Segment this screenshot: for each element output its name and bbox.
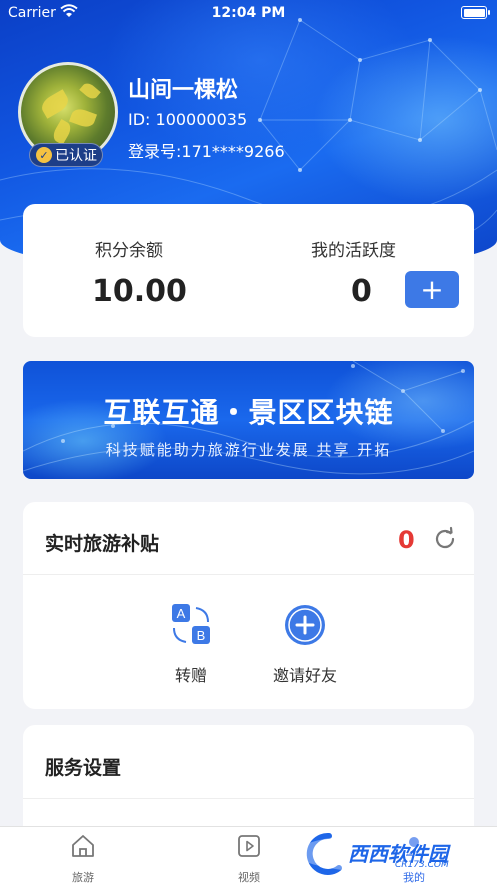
divider bbox=[23, 574, 474, 575]
banner-title: 互联互通・景区区块链 bbox=[103, 396, 394, 429]
points-card: 积分余额 10.00 我的活跃度 0 + bbox=[23, 204, 474, 337]
svg-text:B: B bbox=[197, 628, 206, 643]
invite-plus-icon bbox=[285, 605, 325, 645]
svg-text:A: A bbox=[177, 606, 186, 621]
status-bar: Carrier 12:04 PM bbox=[0, 0, 497, 26]
login-number: 登录号:171****9266 bbox=[128, 142, 285, 161]
subsidy-count: 0 bbox=[398, 526, 415, 554]
subsidy-card: 实时旅游补贴 0 A B 转赠 邀请好友 bbox=[23, 502, 474, 709]
activity-value: 0 bbox=[351, 274, 372, 309]
clock: 12:04 PM bbox=[211, 5, 286, 21]
balance-label: 积分余额 bbox=[95, 241, 163, 261]
service-settings-title: 服务设置 bbox=[45, 757, 122, 779]
transfer-ab-icon: A B bbox=[172, 604, 210, 644]
verified-label: 已认证 bbox=[55, 148, 97, 164]
blockchain-banner[interactable]: 互联互通・景区区块链 科技赋能助力旅游行业发展 共享 开拓 bbox=[23, 361, 474, 479]
tab-travel[interactable]: 旅游 bbox=[53, 833, 113, 883]
username: 山间一棵松 bbox=[128, 78, 239, 103]
activity-label: 我的活跃度 bbox=[311, 241, 396, 261]
invite-friends-action[interactable]: 邀请好友 bbox=[260, 602, 350, 686]
divider bbox=[23, 798, 474, 799]
tab-video-label: 视频 bbox=[238, 871, 260, 883]
transfer-label: 转赠 bbox=[174, 666, 207, 685]
refresh-icon[interactable] bbox=[432, 526, 458, 552]
invite-friends-label: 邀请好友 bbox=[272, 666, 337, 685]
home-icon bbox=[72, 835, 94, 857]
tab-video[interactable]: 视频 bbox=[219, 833, 279, 883]
battery-icon bbox=[461, 6, 490, 19]
verified-check-icon: ✓ bbox=[36, 147, 52, 163]
subsidy-title: 实时旅游补贴 bbox=[45, 533, 160, 555]
transfer-action[interactable]: A B 转赠 bbox=[146, 602, 236, 686]
video-play-icon bbox=[238, 835, 260, 857]
tab-travel-label: 旅游 bbox=[72, 871, 94, 883]
balance-value: 10.00 bbox=[92, 274, 187, 309]
verified-badge: ✓ 已认证 bbox=[29, 143, 103, 167]
user-id: ID: 100000035 bbox=[128, 110, 248, 129]
banner-subtitle: 科技赋能助力旅游行业发展 共享 开拓 bbox=[105, 441, 392, 459]
add-activity-button[interactable]: + bbox=[405, 271, 459, 308]
watermark-subtext: CR173.COM bbox=[395, 860, 449, 870]
